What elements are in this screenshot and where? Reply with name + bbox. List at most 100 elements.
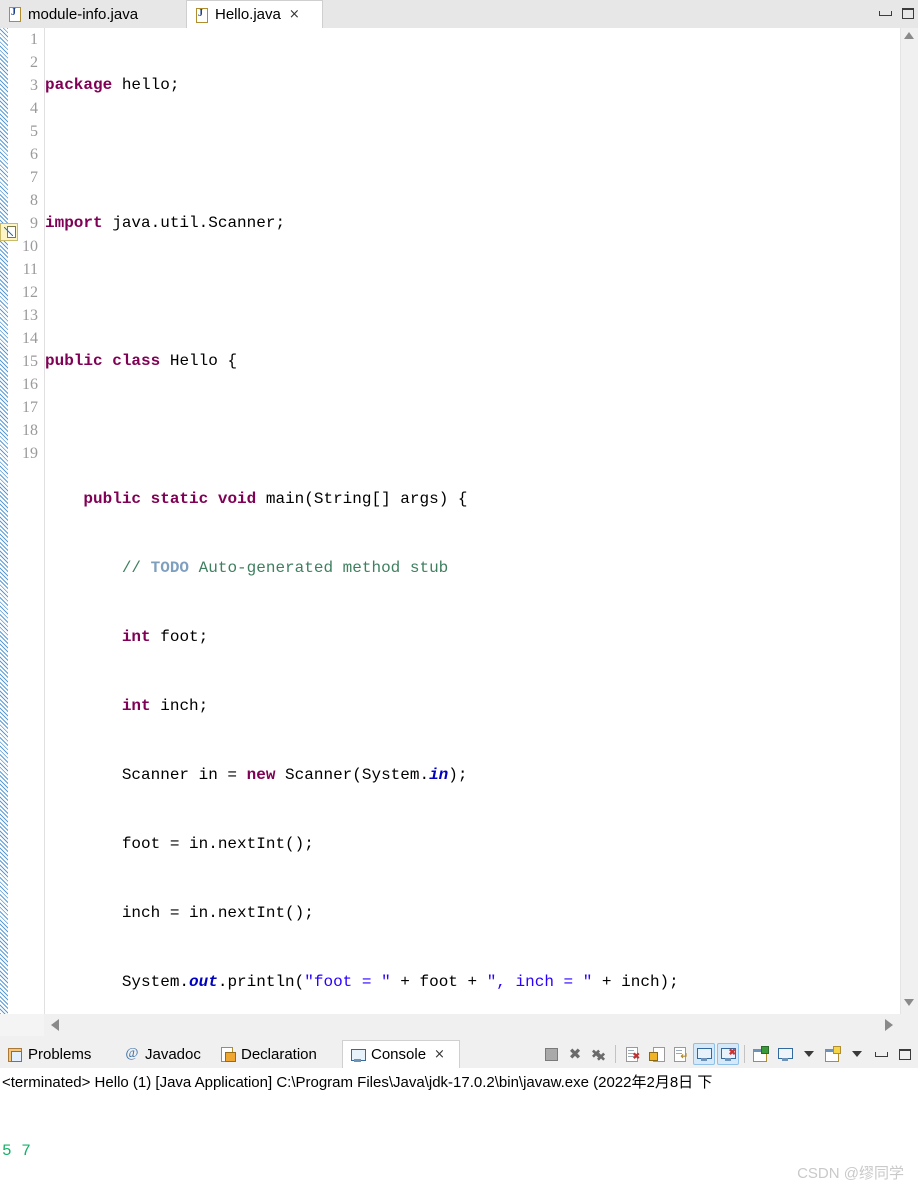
scroll-lock-button[interactable] [645,1043,667,1065]
scroll-right-icon[interactable] [885,1019,893,1031]
editor-corner-filler [0,1014,44,1036]
java-file-icon: J [195,7,209,23]
console-output[interactable]: 5 7 foot = 5, inch = 7 1.7018 [0,1094,918,1189]
line-number: 6 [30,146,38,163]
todo-task-marker-icon[interactable] [0,223,18,241]
line-number: 17 [22,399,38,416]
toolbar-separator [744,1045,745,1063]
line-number: 5 [30,123,38,140]
show-console-on-error-button[interactable]: ✖ [717,1043,739,1065]
close-icon[interactable]: × [434,1047,445,1062]
console-toolbar: ✖ ✖ ✖ ✖ ↵ ✖ [540,1040,918,1068]
editor-vertical-scrollbar[interactable] [900,28,918,1014]
double-x-icon: ✖ ✖ [591,1047,607,1064]
code-line: inch = in.nextInt(); [45,904,314,922]
eclipse-ide-window: J module-info.java J Hello.java × 1 2 3 … [0,0,918,1189]
code-line: public class Hello { [45,352,238,370]
terminate-button[interactable] [540,1043,562,1065]
problems-icon [7,1046,23,1062]
editor-tab-module-info[interactable]: J module-info.java [0,0,186,28]
javadoc-at-icon: @ [125,1046,139,1061]
line-number: 19 [22,445,38,462]
new-console-icon [825,1045,841,1062]
display-selected-console-dropdown[interactable] [798,1043,820,1065]
line-number: 13 [22,307,38,324]
code-line: System.out.println("foot = " + foot + ",… [45,973,679,991]
code-line: Scanner in = new Scanner(System.in); [45,766,468,784]
x-icon: ✖ [568,1044,582,1063]
line-number-ruler: 1 2 3 4 5 6 7 8 9 10 11 12 13 14 15 16 1… [8,28,45,1014]
stop-square-icon [544,1047,558,1061]
line-number: 7 [30,169,38,186]
tab-javadoc[interactable]: @ Javadoc [117,1040,213,1068]
view-maximize-button[interactable] [894,1043,916,1065]
console-line-input: 5 7 [2,1142,31,1160]
remove-all-terminated-button[interactable]: ✖ ✖ [588,1043,610,1065]
code-line: foot = in.nextInt(); [45,835,314,853]
view-minimize-button[interactable] [870,1043,892,1065]
remove-launch-button[interactable]: ✖ [564,1043,586,1065]
open-console-dropdown[interactable] [846,1043,868,1065]
view-window-controls [879,2,914,24]
console-stderr-icon: ✖ [720,1047,736,1062]
java-source-editor[interactable]: 1 2 3 4 5 6 7 8 9 10 11 12 13 14 15 16 1… [0,28,918,1189]
word-wrap-button[interactable]: ↵ [669,1043,691,1065]
minimize-icon [874,1051,888,1057]
console-icon [350,1047,366,1063]
editor-horizontal-scrollbar[interactable] [44,1014,900,1036]
clear-console-icon: ✖ [625,1046,640,1062]
line-number: 1 [30,31,38,48]
editor-tab-hello[interactable]: J Hello.java × [186,0,323,28]
clear-console-button[interactable]: ✖ [621,1043,643,1065]
tab-problems[interactable]: Problems [0,1040,117,1068]
declaration-icon [220,1046,236,1062]
java-file-icon: J [8,6,22,22]
pin-console-button[interactable] [750,1043,772,1065]
close-icon[interactable]: × [289,8,300,21]
code-line: int foot; [121,628,209,646]
toolbar-separator [615,1045,616,1063]
scroll-lock-icon [649,1046,665,1062]
line-number: 14 [22,330,38,347]
code-line: int inch; [121,697,209,715]
scroll-down-icon[interactable] [904,999,915,1010]
display-selected-console-button[interactable] [774,1043,796,1065]
console-launch-description: <terminated> Hello (1) [Java Application… [0,1068,918,1094]
tab-console[interactable]: Console × [342,1040,460,1068]
watermark: CSDN @缪同学 [797,1165,904,1182]
minimize-icon[interactable] [879,10,892,16]
maximize-icon[interactable] [902,7,914,19]
tab-label: Declaration [241,1045,317,1063]
change-bar [0,28,8,1014]
scroll-up-icon[interactable] [904,32,915,43]
line-number: 8 [30,192,38,209]
open-console-button[interactable] [822,1043,844,1065]
maximize-icon [899,1048,911,1060]
line-number: 18 [22,422,38,439]
tab-label: Problems [28,1045,92,1063]
scroll-left-icon[interactable] [51,1019,59,1031]
editor-tab-label: module-info.java [28,5,139,23]
line-number: 4 [30,100,38,117]
console-view: Problems @ Javadoc Declaration Console × [0,1040,918,1189]
line-number: 11 [22,261,38,278]
tab-label: Console [371,1046,427,1063]
chevron-down-icon [804,1051,814,1057]
line-number: 3 [30,77,38,94]
tab-declaration[interactable]: Declaration [213,1040,342,1068]
code-line: package hello; [45,76,180,94]
chevron-down-icon [852,1051,862,1057]
code-line: import java.util.Scanner; [45,214,286,232]
editor-tab-bar: J module-info.java J Hello.java × [0,0,918,29]
console-stdout-icon [696,1047,712,1062]
code-text-area[interactable]: package hello; import java.util.Scanner;… [45,28,900,1189]
editor-tab-label: Hello.java [215,6,281,23]
code-line: public static void main(String[] args) { [83,490,468,508]
code-line: // TODO Auto-generated method stub [121,559,449,577]
tab-label: Javadoc [145,1045,201,1063]
display-console-icon [777,1047,793,1062]
word-wrap-icon: ↵ [673,1046,688,1062]
show-console-on-output-button[interactable] [693,1043,715,1065]
